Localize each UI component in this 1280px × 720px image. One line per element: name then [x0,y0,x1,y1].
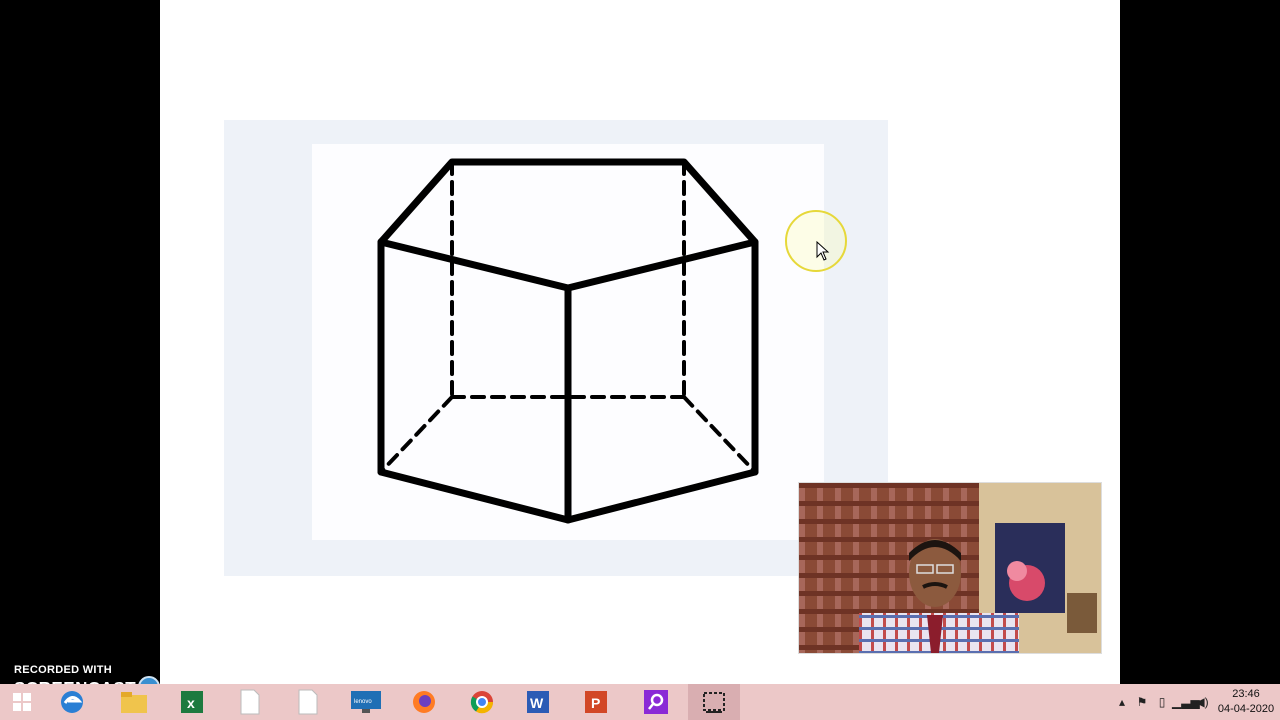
battery-icon[interactable]: ▯ [1152,695,1172,709]
watermark-line1: RECORDED WITH [14,664,113,676]
svg-text:P: P [591,695,600,711]
signal-icon[interactable]: ▁▃▅ [1172,695,1200,709]
webcam-overlay [798,482,1102,654]
right-letterbox [1120,0,1280,684]
chevron-up-icon[interactable]: ▴ [1112,695,1132,709]
excel-icon[interactable]: x [166,684,218,720]
file-explorer-icon[interactable] [108,684,160,720]
presenter-video-icon [799,483,1101,653]
system-tray: ▴ ⚑ ▯ ▁▃▅ ◀) 23:46 04-04-2020 [1112,684,1280,720]
chrome-icon[interactable] [456,684,508,720]
snipping-tool-icon[interactable] [688,684,740,720]
left-letterbox [0,0,160,684]
powerpoint-icon[interactable]: P [570,684,622,720]
mouse-pointer-icon [816,241,830,261]
edge-icon[interactable] [46,684,98,720]
svg-text:W: W [530,695,544,711]
visible-edges [377,158,759,524]
flag-icon[interactable]: ⚑ [1132,695,1152,709]
lenovo-icon[interactable]: lenovo [340,684,392,720]
svg-text:lenovo: lenovo [354,699,372,705]
start-icon[interactable] [0,684,44,720]
word-icon[interactable]: W [512,684,564,720]
clock[interactable]: 23:46 04-04-2020 [1212,687,1280,717]
file-icon[interactable] [224,684,276,720]
windows-taskbar: x lenovo W P ▴ ⚑ ▯ ▁▃▅ ◀) 23:46 04-04-20… [0,684,1280,720]
clock-date: 04-04-2020 [1217,703,1275,715]
search-tool-icon[interactable] [630,684,682,720]
volume-icon[interactable]: ◀) [1192,695,1212,709]
file-icon[interactable] [282,684,334,720]
firefox-icon[interactable] [398,684,450,720]
clock-time: 23:46 [1232,688,1260,700]
svg-text:x: x [187,695,195,711]
